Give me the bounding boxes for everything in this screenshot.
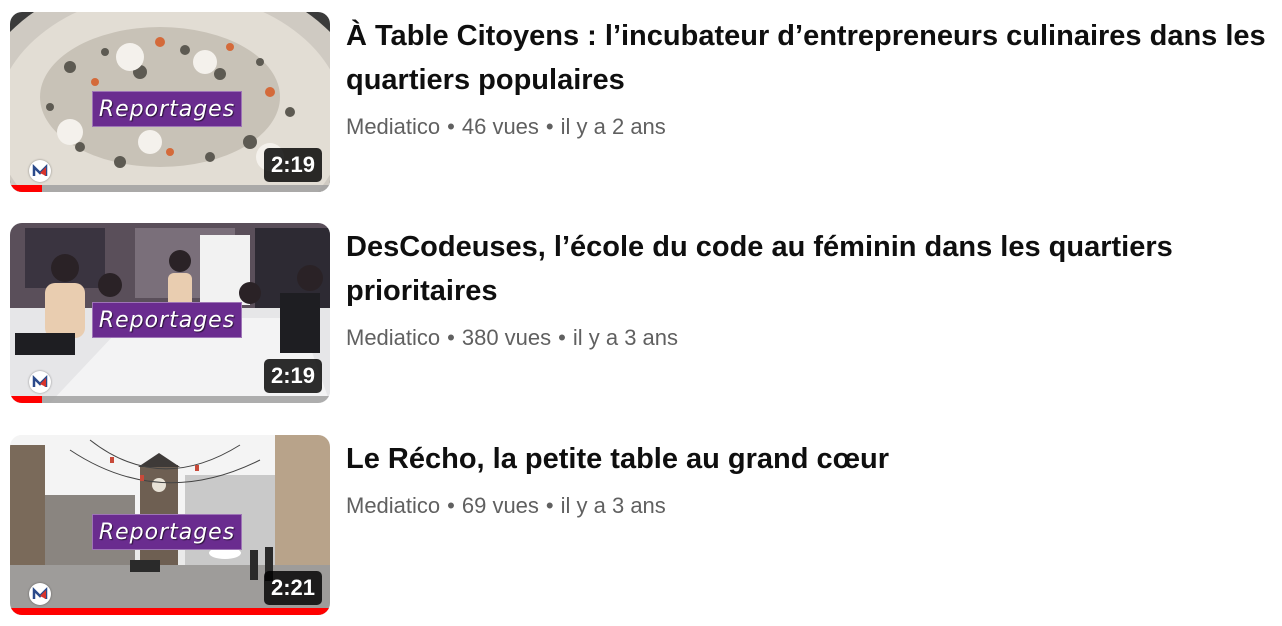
- channel-name[interactable]: Mediatico: [346, 325, 440, 350]
- duration-badge: 2:19: [263, 359, 322, 393]
- video-title[interactable]: Le Récho, la petite table au grand cœur: [346, 437, 1266, 481]
- video-info: DesCodeuses, l’école du code au féminin …: [346, 225, 1266, 353]
- separator-dot: •: [558, 325, 566, 350]
- channel-name[interactable]: Mediatico: [346, 114, 440, 139]
- watch-progress-fill: [10, 185, 42, 192]
- reportages-badge: Reportages: [92, 514, 242, 550]
- separator-dot: •: [545, 493, 554, 518]
- video-thumbnail[interactable]: Reportages 2:19: [10, 12, 330, 192]
- channel-logo-icon: [29, 371, 51, 393]
- video-thumbnail[interactable]: Reportages 2:21: [10, 435, 330, 615]
- separator-dot: •: [447, 114, 455, 139]
- separator-dot: •: [447, 493, 455, 518]
- video-item[interactable]: Reportages 2:19 À Table Citoyens : l’inc…: [10, 12, 1272, 192]
- watch-progress-bar: [10, 185, 330, 192]
- watch-progress-fill: [10, 396, 42, 403]
- view-count: 69 vues: [461, 493, 539, 518]
- video-info: À Table Citoyens : l’incubateur d’entrep…: [346, 14, 1266, 142]
- separator-dot: •: [447, 325, 455, 350]
- video-item[interactable]: Reportages 2:21 Le Récho, la petite tabl…: [10, 435, 1272, 615]
- upload-age: il y a 3 ans: [572, 325, 679, 350]
- video-metadata: Mediatico • 46 vues • il y a 2 ans: [346, 112, 1266, 142]
- watch-progress-bar: [10, 608, 330, 615]
- video-item[interactable]: Reportages 2:19 DesCodeuses, l’école du …: [10, 223, 1272, 403]
- channel-logo-icon: [29, 160, 51, 182]
- channel-name[interactable]: Mediatico: [346, 493, 440, 518]
- reportages-badge: Reportages: [92, 302, 242, 338]
- video-info: Le Récho, la petite table au grand cœur …: [346, 437, 1266, 521]
- watch-progress-fill: [10, 608, 330, 615]
- reportages-badge: Reportages: [92, 91, 242, 127]
- channel-logo-icon: [29, 583, 51, 605]
- view-count: 380 vues: [461, 325, 552, 350]
- video-list: Reportages 2:19 À Table Citoyens : l’inc…: [0, 0, 1282, 626]
- video-metadata: Mediatico • 380 vues • il y a 3 ans: [346, 323, 1266, 353]
- duration-badge: 2:19: [263, 148, 322, 182]
- duration-badge: 2:21: [263, 571, 322, 605]
- video-title[interactable]: À Table Citoyens : l’incubateur d’entrep…: [346, 14, 1266, 102]
- view-count: 46 vues: [461, 114, 539, 139]
- video-thumbnail[interactable]: Reportages 2:19: [10, 223, 330, 403]
- separator-dot: •: [545, 114, 554, 139]
- upload-age: il y a 2 ans: [560, 114, 666, 139]
- video-metadata: Mediatico • 69 vues • il y a 3 ans: [346, 491, 1266, 521]
- video-title[interactable]: DesCodeuses, l’école du code au féminin …: [346, 225, 1266, 313]
- watch-progress-bar: [10, 396, 330, 403]
- upload-age: il y a 3 ans: [560, 493, 666, 518]
